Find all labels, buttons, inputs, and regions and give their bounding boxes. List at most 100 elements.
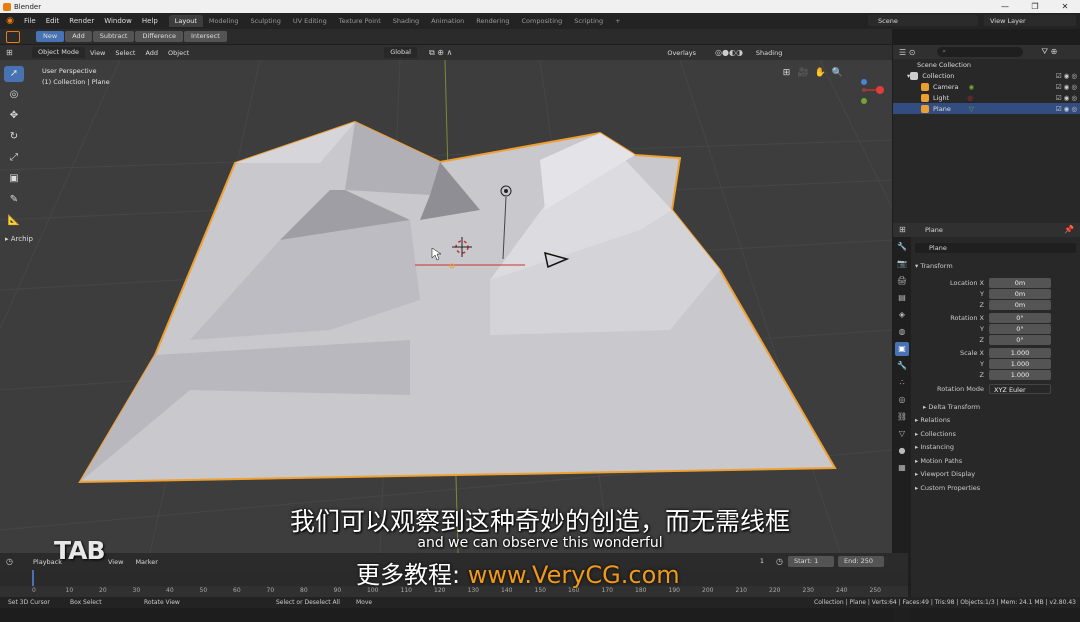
add-menu[interactable]: Add: [140, 49, 163, 57]
add-workspace-button[interactable]: +: [609, 15, 626, 27]
marker-menu[interactable]: Marker: [129, 558, 163, 566]
shading-modes-icon[interactable]: ◎●◐◑: [715, 48, 743, 57]
location-z-field[interactable]: 0m: [989, 300, 1051, 310]
instancing-section[interactable]: ▸ Instancing: [915, 443, 954, 451]
close-button[interactable]: ✕: [1050, 0, 1080, 13]
view-menu[interactable]: View: [85, 49, 110, 57]
rotation-z-field[interactable]: 0°: [989, 335, 1051, 345]
scene-selector[interactable]: Scene: [868, 15, 978, 26]
playhead[interactable]: [32, 570, 34, 586]
world-tab-icon[interactable]: ◍: [895, 325, 909, 339]
object-mode-dropdown[interactable]: Object Mode: [32, 47, 85, 58]
menu-file[interactable]: File: [19, 17, 41, 25]
3d-viewport[interactable]: User Perspective (1) Collection | Plane …: [0, 60, 892, 553]
cursor-tool-icon[interactable]: ◎: [4, 87, 24, 103]
overlays-dropdown[interactable]: Overlays: [662, 49, 701, 57]
zoom-icon[interactable]: 🔍: [829, 68, 846, 80]
maximize-button[interactable]: ❐: [1020, 0, 1050, 13]
view-layer-selector[interactable]: View Layer: [984, 15, 1076, 26]
timeline-editor-icon[interactable]: ◷: [6, 557, 13, 566]
workspace-tab-scripting[interactable]: Scripting: [568, 15, 609, 27]
visibility-toggles[interactable]: ☑ ◉ ◎: [1056, 72, 1077, 80]
end-frame-field[interactable]: End: 250: [838, 556, 884, 567]
view-layer-tab-icon[interactable]: ▤: [895, 291, 909, 305]
scale-tool-icon[interactable]: ⤢: [4, 150, 24, 166]
motion-paths-section[interactable]: ▸ Motion Paths: [915, 457, 962, 465]
relations-section[interactable]: ▸ Relations: [915, 416, 950, 424]
properties-editor-icon[interactable]: ⊞: [899, 225, 906, 234]
menu-render[interactable]: Render: [64, 17, 99, 25]
rotate-tool-icon[interactable]: ↻: [4, 129, 24, 145]
move-tool-icon[interactable]: ✥: [4, 108, 24, 124]
current-frame-field[interactable]: 1: [730, 556, 770, 567]
orientation-dropdown[interactable]: Global: [384, 47, 417, 58]
workspace-tab-animation[interactable]: Animation: [425, 15, 470, 27]
collection-row[interactable]: ▾ Collection ☑ ◉ ◎: [893, 70, 1080, 81]
data-tab-icon[interactable]: ▽: [895, 427, 909, 441]
particles-tab-icon[interactable]: ∴: [895, 376, 909, 390]
texture-tab-icon[interactable]: ▦: [895, 461, 909, 475]
viewport-display-section[interactable]: ▸ Viewport Display: [915, 470, 975, 478]
toggle-camera-icon[interactable]: ⊞: [778, 68, 795, 80]
location-x-field[interactable]: 0m: [989, 278, 1051, 288]
collections-section[interactable]: ▸ Collections: [915, 430, 956, 438]
scale-z-field[interactable]: 1.000: [989, 370, 1051, 380]
workspace-tab-layout[interactable]: Layout: [168, 15, 203, 27]
timeline-view-menu[interactable]: View: [102, 558, 129, 566]
snap-icon[interactable]: ⧉ ⊕ ∧: [429, 48, 452, 58]
rotation-x-field[interactable]: 0°: [989, 313, 1051, 323]
annotate-tool-icon[interactable]: ✎: [4, 192, 24, 208]
menu-help[interactable]: Help: [137, 17, 163, 25]
workspace-tab-rendering[interactable]: Rendering: [470, 15, 515, 27]
visibility-toggles[interactable]: ☑ ◉ ◎: [1056, 105, 1077, 113]
modifier-tab-icon[interactable]: 🔧: [895, 359, 909, 373]
workspace-tab-modeling[interactable]: Modeling: [203, 15, 245, 27]
transform-tool-icon[interactable]: ▣: [4, 171, 24, 187]
outliner-item-camera[interactable]: Camera ◉ ☑ ◉ ◎: [893, 81, 1080, 92]
blender-menu-icon[interactable]: ◉: [4, 15, 16, 27]
archip-panel-tab[interactable]: ▸ Archip: [5, 235, 33, 243]
mode-add-button[interactable]: Add: [65, 31, 92, 42]
navigation-gizmo[interactable]: [852, 74, 888, 110]
tool-tab-icon[interactable]: 🔧: [895, 240, 909, 254]
workspace-tab-texture-point[interactable]: Texture Point: [333, 15, 387, 27]
custom-properties-section[interactable]: ▸ Custom Properties: [915, 484, 980, 492]
start-frame-field[interactable]: Start: 1: [788, 556, 834, 567]
object-menu[interactable]: Object: [163, 49, 194, 57]
measure-tool-icon[interactable]: 📐: [4, 213, 24, 229]
render-tab-icon[interactable]: 📷: [895, 257, 909, 271]
workspace-tab-sculpting[interactable]: Sculpting: [244, 15, 286, 27]
visibility-toggles[interactable]: ☑ ◉ ◎: [1056, 83, 1077, 91]
rotation-mode-dropdown[interactable]: XYZ Euler: [989, 384, 1051, 394]
constraints-tab-icon[interactable]: ⛓: [895, 410, 909, 424]
workspace-tab-compositing[interactable]: Compositing: [516, 15, 569, 27]
menu-window[interactable]: Window: [99, 17, 137, 25]
select-tool-icon[interactable]: ➚: [4, 66, 24, 82]
visibility-toggles[interactable]: ☑ ◉ ◎: [1056, 94, 1077, 102]
outliner-editor-icon[interactable]: ☰ ⊙: [899, 48, 915, 57]
mode-difference-button[interactable]: Difference: [135, 31, 183, 42]
camera-view-icon[interactable]: 🎥: [795, 68, 812, 80]
mode-intersect-button[interactable]: Intersect: [184, 31, 227, 42]
object-tab-icon[interactable]: ▣: [895, 342, 909, 356]
workspace-tab-shading[interactable]: Shading: [387, 15, 425, 27]
delta-transform-header[interactable]: ▸ Delta Transform: [923, 403, 980, 411]
rotation-y-field[interactable]: 0°: [989, 324, 1051, 334]
object-name-field[interactable]: Plane: [915, 243, 1076, 253]
mode-new-button[interactable]: New: [36, 31, 65, 42]
outliner-item-plane[interactable]: Plane ▽ ☑ ◉ ◎: [893, 103, 1080, 114]
plane-mesh[interactable]: [78, 120, 837, 484]
workspace-tab-uv-editing[interactable]: UV Editing: [287, 15, 333, 27]
pan-hand-icon[interactable]: ✋: [812, 68, 829, 80]
outliner-search-input[interactable]: ⌕: [937, 47, 1024, 57]
menu-edit[interactable]: Edit: [41, 17, 65, 25]
shading-dropdown[interactable]: Shading: [751, 49, 787, 57]
material-tab-icon[interactable]: ●: [895, 444, 909, 458]
mode-subtract-button[interactable]: Subtract: [92, 31, 135, 42]
location-y-field[interactable]: 0m: [989, 289, 1051, 299]
minimize-button[interactable]: —: [990, 0, 1020, 13]
editor-type-icon[interactable]: ⊞: [6, 48, 22, 57]
scene-tab-icon[interactable]: ◈: [895, 308, 909, 322]
outliner-item-light[interactable]: Light ◎ ☑ ◉ ◎: [893, 92, 1080, 103]
scale-x-field[interactable]: 1.000: [989, 348, 1051, 358]
